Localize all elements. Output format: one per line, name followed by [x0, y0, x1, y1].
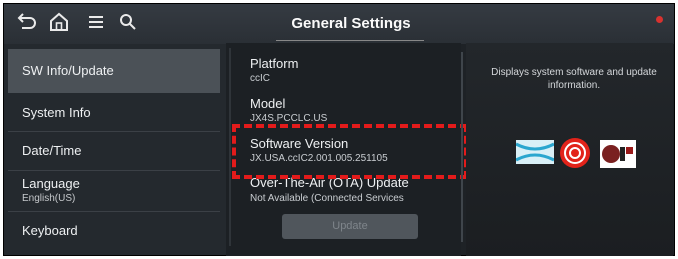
- update-button[interactable]: Update: [282, 214, 418, 239]
- divider: [8, 170, 220, 171]
- menu-icon[interactable]: [86, 12, 106, 37]
- model-label: Model: [250, 96, 286, 111]
- panel-description: Displays system software and update info…: [491, 67, 657, 91]
- scrollbar[interactable]: [229, 48, 231, 246]
- divider: [8, 211, 220, 212]
- status-indicator-icon: [656, 16, 663, 23]
- highlight-box: [232, 124, 468, 179]
- divider: [8, 131, 220, 132]
- panel-divider: [461, 52, 463, 242]
- sidebar-item-keyboard[interactable]: Keyboard: [8, 213, 220, 249]
- blue-wave-logo-icon: [515, 140, 555, 169]
- search-icon[interactable]: [118, 12, 138, 37]
- sidebar-item-sublabel: English(US): [22, 193, 76, 204]
- sidebar-item-label: Date/Time: [22, 143, 82, 158]
- page-title: General Settings: [291, 15, 411, 32]
- back-icon[interactable]: [16, 12, 38, 37]
- sidebar-item-date-time[interactable]: Date/Time: [8, 133, 220, 169]
- sidebar-item-label: System Info: [22, 105, 91, 120]
- red-dot-logo-icon: [558, 136, 592, 175]
- sidebar-item-sw-info-update[interactable]: SW Info/Update: [8, 49, 220, 93]
- ir52-award-logo-icon: [600, 140, 636, 173]
- sidebar-item-label: SW Info/Update: [22, 63, 114, 78]
- title-underline: [276, 40, 424, 41]
- sidebar-item-label: Language: [22, 176, 80, 191]
- sidebar-item-system-info[interactable]: System Info: [8, 95, 220, 130]
- home-icon[interactable]: [48, 12, 70, 37]
- sidebar-item-label: Keyboard: [22, 223, 78, 238]
- sidebar-item-language[interactable]: Language English(US): [8, 176, 220, 210]
- top-bar: General Settings: [4, 4, 674, 44]
- platform-label: Platform: [250, 56, 299, 71]
- platform-value: ccIC: [250, 73, 270, 84]
- model-value: JX4S.PCCLC.US: [250, 113, 328, 124]
- ota-update-value: Not Available (Connected Services: [250, 193, 404, 204]
